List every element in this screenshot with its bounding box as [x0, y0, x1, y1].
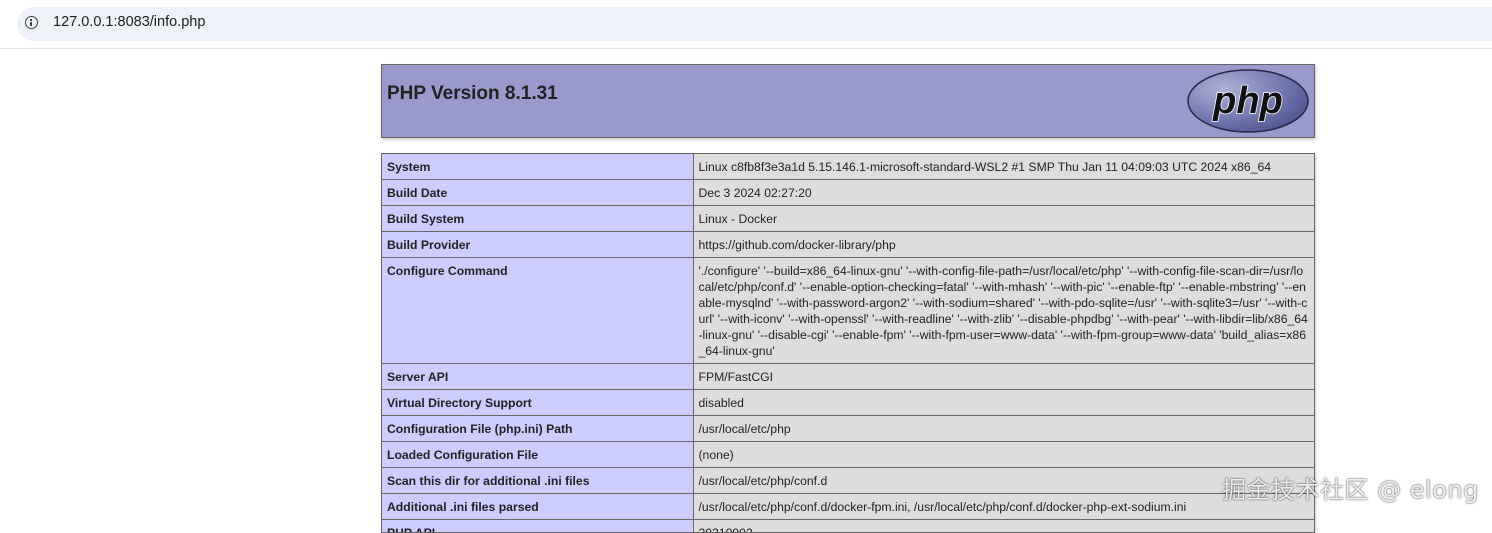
row-label: Build Date	[382, 180, 693, 206]
address-bar[interactable]	[17, 7, 1492, 41]
row-value: https://github.com/docker-library/php	[693, 232, 1314, 258]
watermark: 掘金技术社区 @ elong	[1222, 470, 1479, 505]
table-row: Configure Command'./configure' '--build=…	[382, 258, 1314, 364]
row-value: disabled	[693, 390, 1314, 416]
table-row: Server APIFPM/FastCGI	[382, 364, 1314, 390]
row-value: /usr/local/etc/php	[693, 416, 1314, 442]
table-row: Additional .ini files parsed/usr/local/e…	[382, 494, 1314, 520]
table-row: Configuration File (php.ini) Path/usr/lo…	[382, 416, 1314, 442]
browser-toolbar: 127.0.0.1:8083/info.php	[0, 0, 1492, 49]
row-label: Build System	[382, 206, 693, 232]
row-label: Server API	[382, 364, 693, 390]
php-version-header: PHP Version 8.1.31 php	[381, 64, 1315, 138]
row-value: 20210902	[693, 520, 1314, 533]
row-label: Virtual Directory Support	[382, 390, 693, 416]
table-row: Loaded Configuration File(none)	[382, 442, 1314, 468]
site-info-icon[interactable]	[25, 16, 38, 29]
row-label: PHP API	[382, 520, 693, 533]
row-value: Linux - Docker	[693, 206, 1314, 232]
row-label: Configure Command	[382, 258, 693, 364]
table-row: Build DateDec 3 2024 02:27:20	[382, 180, 1314, 206]
table-row: SystemLinux c8fb8f3e3a1d 5.15.146.1-micr…	[382, 154, 1314, 180]
row-value: /usr/local/etc/php/conf.d	[693, 468, 1314, 494]
row-label: Build Provider	[382, 232, 693, 258]
php-logo[interactable]: php	[1186, 68, 1310, 134]
table-row: Build Providerhttps://github.com/docker-…	[382, 232, 1314, 258]
row-label: Configuration File (php.ini) Path	[382, 416, 693, 442]
row-value: (none)	[693, 442, 1314, 468]
row-label: Additional .ini files parsed	[382, 494, 693, 520]
page-title: PHP Version 8.1.31	[387, 83, 558, 105]
row-value: Linux c8fb8f3e3a1d 5.15.146.1-microsoft-…	[693, 154, 1314, 180]
php-logo-text: php	[1212, 80, 1283, 122]
table-row: Scan this dir for additional .ini files/…	[382, 468, 1314, 494]
row-value: FPM/FastCGI	[693, 364, 1314, 390]
table-row: Virtual Directory Supportdisabled	[382, 390, 1314, 416]
row-value: /usr/local/etc/php/conf.d/docker-fpm.ini…	[693, 494, 1314, 520]
table-row: PHP API20210902	[382, 520, 1314, 533]
row-value: Dec 3 2024 02:27:20	[693, 180, 1314, 206]
url-text[interactable]: 127.0.0.1:8083/info.php	[53, 14, 205, 30]
row-value: './configure' '--build=x86_64-linux-gnu'…	[693, 258, 1314, 364]
row-label: Scan this dir for additional .ini files	[382, 468, 693, 494]
table-row: Build SystemLinux - Docker	[382, 206, 1314, 232]
row-label: Loaded Configuration File	[382, 442, 693, 468]
info-table: SystemLinux c8fb8f3e3a1d 5.15.146.1-micr…	[381, 153, 1315, 533]
row-label: System	[382, 154, 693, 180]
